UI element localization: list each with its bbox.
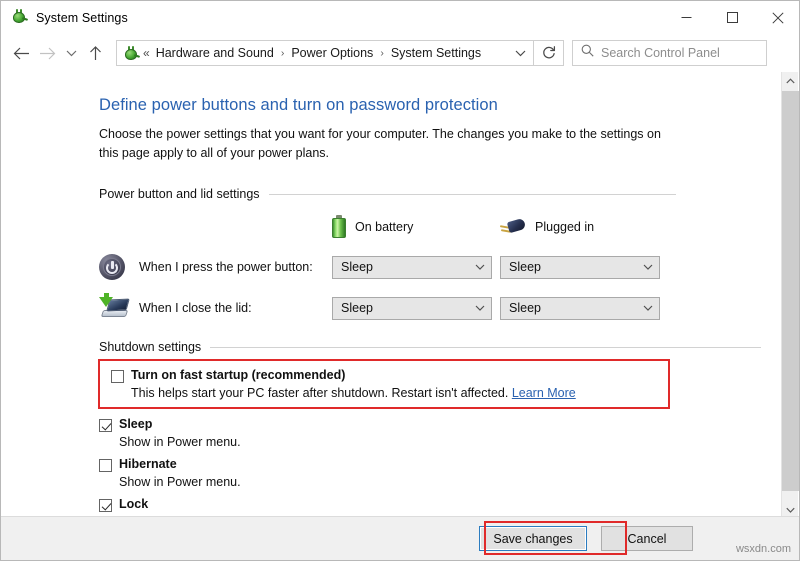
checkbox-row-sleep[interactable]: Sleep — [99, 417, 761, 432]
power-plug-connector-icon — [500, 218, 526, 236]
fast-startup-checkbox[interactable] — [111, 370, 124, 383]
fast-startup-label: Turn on fast startup (recommended) — [131, 368, 345, 383]
column-on-battery-label: On battery — [355, 220, 413, 234]
shutdown-settings-title: Shutdown settings — [99, 340, 201, 354]
chevron-down-icon — [475, 264, 485, 270]
chevron-down-icon — [643, 305, 653, 311]
scrollbar-thumb[interactable] — [782, 91, 799, 491]
sleep-checkbox[interactable] — [99, 419, 112, 432]
shutdown-item-lock: Lock Show in account picture menu. — [99, 497, 761, 518]
fast-startup-description: This helps start your PC faster after sh… — [131, 386, 660, 400]
content-area: Define power buttons and turn on passwor… — [1, 72, 800, 518]
breadcrumb-separator-icon: › — [281, 48, 285, 59]
window-controls — [663, 1, 800, 34]
shutdown-settings-group: Shutdown settings Turn on fast startup (… — [99, 340, 761, 518]
address-bar-power-plug-icon — [123, 46, 138, 61]
learn-more-link[interactable]: Learn More — [512, 386, 576, 400]
column-plugged-in-label: Plugged in — [535, 220, 594, 234]
refresh-icon[interactable] — [534, 40, 564, 66]
sleep-label: Sleep — [119, 417, 152, 432]
close-button[interactable] — [755, 1, 800, 34]
breadcrumb-item-power-options[interactable]: Power Options — [290, 46, 374, 60]
power-button-icon — [99, 254, 139, 280]
close-lid-on-battery-dropdown[interactable]: Sleep — [332, 297, 492, 320]
sleep-description: Show in Power menu. — [119, 435, 761, 449]
search-input[interactable]: Search Control Panel — [572, 40, 767, 66]
power-button-lid-settings-group: Power button and lid settings On battery — [99, 187, 761, 320]
recent-locations-chevron-down-icon[interactable] — [60, 36, 82, 70]
hibernate-description: Show in Power menu. — [119, 475, 761, 489]
close-lid-plugged-in-value: Sleep — [509, 301, 541, 315]
power-columns-header: On battery Plugged in — [99, 215, 761, 238]
minimize-button[interactable] — [663, 1, 709, 34]
hibernate-checkbox[interactable] — [99, 459, 112, 472]
back-arrow-icon[interactable] — [8, 36, 34, 70]
window-icon — [11, 9, 28, 26]
maximize-button[interactable] — [709, 1, 755, 34]
breadcrumb-item-system-settings[interactable]: System Settings — [390, 46, 482, 60]
fast-startup-highlight-box: Turn on fast startup (recommended) This … — [98, 359, 670, 409]
checkbox-row-hibernate[interactable]: Hibernate — [99, 457, 761, 472]
section-divider — [269, 194, 676, 195]
forward-arrow-icon[interactable] — [34, 36, 60, 70]
close-lid-on-battery-value: Sleep — [341, 301, 373, 315]
power-button-on-battery-value: Sleep — [341, 260, 373, 274]
power-button-plugged-in-dropdown[interactable]: Sleep — [500, 256, 660, 279]
breadcrumb-item-hardware-and-sound[interactable]: Hardware and Sound — [155, 46, 275, 60]
power-button-on-battery-dropdown[interactable]: Sleep — [332, 256, 492, 279]
breadcrumb-overflow-icon[interactable]: « — [143, 46, 150, 60]
page-title: Define power buttons and turn on passwor… — [99, 96, 761, 115]
scroll-up-icon[interactable] — [782, 72, 799, 89]
page-description: Choose the power settings that you want … — [99, 125, 672, 162]
title-bar: System Settings — [1, 1, 800, 34]
search-icon — [581, 44, 594, 62]
window-title: System Settings — [36, 11, 128, 25]
shutdown-settings-header: Shutdown settings — [99, 340, 761, 354]
setting-row-power-button-label: When I press the power button: — [139, 260, 332, 274]
watermark: wsxdn.com — [736, 543, 791, 555]
lock-label: Lock — [119, 497, 148, 512]
address-bar-chevron-down-icon[interactable] — [507, 41, 533, 65]
battery-icon — [332, 215, 346, 238]
search-placeholder: Search Control Panel — [601, 46, 720, 60]
column-plugged-in: Plugged in — [500, 218, 668, 236]
lock-checkbox[interactable] — [99, 499, 112, 512]
chevron-down-icon — [475, 305, 485, 311]
footer-bar: Save changes Cancel wsxdn.com — [1, 516, 800, 560]
power-button-lid-settings-header: Power button and lid settings — [99, 187, 761, 201]
power-button-plugged-in-value: Sleep — [509, 260, 541, 274]
footer-buttons: Save changes Cancel — [479, 526, 693, 551]
breadcrumb-separator-icon: › — [380, 48, 384, 59]
column-on-battery: On battery — [332, 215, 500, 238]
laptop-lid-icon — [99, 296, 139, 320]
section-divider — [210, 347, 761, 348]
close-lid-plugged-in-dropdown[interactable]: Sleep — [500, 297, 660, 320]
fast-startup-description-text: This helps start your PC faster after sh… — [131, 386, 508, 400]
power-button-lid-settings-title: Power button and lid settings — [99, 187, 260, 201]
vertical-scrollbar[interactable] — [781, 72, 798, 518]
shutdown-item-hibernate: Hibernate Show in Power menu. — [99, 457, 761, 489]
hibernate-label: Hibernate — [119, 457, 177, 472]
checkbox-row-lock[interactable]: Lock — [99, 497, 761, 512]
setting-row-power-button: When I press the power button: Sleep Sle… — [99, 254, 761, 280]
address-bar[interactable]: « Hardware and Sound › Power Options › S… — [116, 40, 534, 66]
save-changes-button[interactable]: Save changes — [479, 526, 587, 551]
setting-row-close-lid: When I close the lid: Sleep Sleep — [99, 296, 761, 320]
breadcrumb: « Hardware and Sound › Power Options › S… — [143, 46, 507, 60]
chevron-down-icon — [643, 264, 653, 270]
system-settings-window: System Settings — [0, 0, 800, 561]
setting-row-close-lid-label: When I close the lid: — [139, 301, 332, 315]
up-arrow-icon[interactable] — [82, 36, 108, 70]
navigation-bar: « Hardware and Sound › Power Options › S… — [1, 34, 800, 72]
shutdown-item-sleep: Sleep Show in Power menu. — [99, 417, 761, 449]
cancel-button[interactable]: Cancel — [601, 526, 693, 551]
checkbox-row-fast-startup[interactable]: Turn on fast startup (recommended) — [111, 368, 660, 383]
